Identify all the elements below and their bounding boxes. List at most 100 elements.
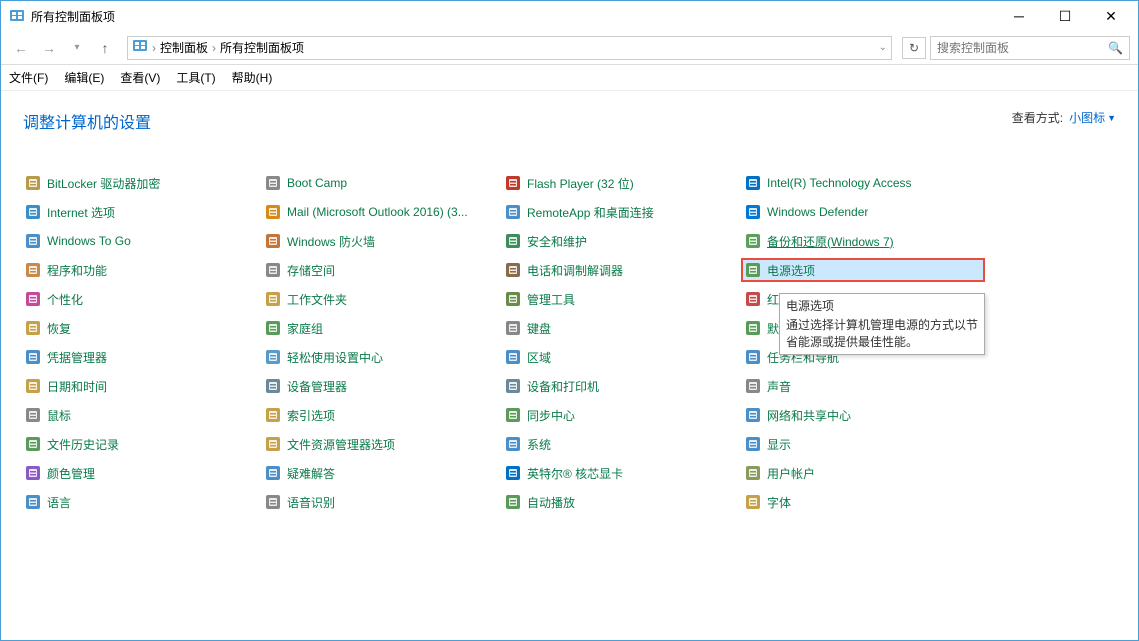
cp-item-color[interactable]: 颜色管理 bbox=[23, 463, 263, 483]
firewall-icon bbox=[265, 233, 281, 249]
search-icon[interactable]: 🔍 bbox=[1108, 41, 1123, 55]
storage-icon bbox=[265, 262, 281, 278]
refresh-button[interactable]: ↻ bbox=[902, 37, 926, 59]
item-label: 颜色管理 bbox=[47, 465, 95, 482]
printer-icon bbox=[505, 378, 521, 394]
cp-item-flash[interactable]: Flash Player (32 位) bbox=[503, 173, 743, 193]
keyboard-icon bbox=[505, 320, 521, 336]
cp-item-network[interactable]: 网络和共享中心 bbox=[743, 405, 983, 425]
up-button[interactable]: ↑ bbox=[93, 36, 117, 60]
cp-item-ease[interactable]: 轻松使用设置中心 bbox=[263, 347, 503, 367]
cp-item-lock[interactable]: BitLocker 驱动器加密 bbox=[23, 173, 263, 193]
cp-item-togo[interactable]: Windows To Go bbox=[23, 231, 263, 251]
display-icon bbox=[745, 436, 761, 452]
item-label: 语音识别 bbox=[287, 494, 335, 511]
cp-item-printer[interactable]: 设备和打印机 bbox=[503, 376, 743, 396]
flash-icon bbox=[505, 175, 521, 191]
cp-item-recovery[interactable]: 恢复 bbox=[23, 318, 263, 338]
cp-item-intelgfx[interactable]: 英特尔® 核芯显卡 bbox=[503, 463, 743, 483]
default-icon bbox=[745, 320, 761, 336]
cp-item-workfolder[interactable]: 工作文件夹 bbox=[263, 289, 503, 309]
cp-item-clock[interactable]: 日期和时间 bbox=[23, 376, 263, 396]
item-label: 程序和功能 bbox=[47, 262, 107, 279]
address-bar[interactable]: › 控制面板 › 所有控制面板项 ⌄ bbox=[127, 36, 892, 60]
mouse-icon bbox=[25, 407, 41, 423]
cp-item-display[interactable]: 显示 bbox=[743, 434, 983, 454]
cp-item-intel[interactable]: Intel(R) Technology Access bbox=[743, 173, 983, 193]
cp-item-phone[interactable]: 电话和调制解调器 bbox=[503, 260, 743, 280]
cp-item-homegroup[interactable]: 家庭组 bbox=[263, 318, 503, 338]
page-heading: 调整计算机的设置 bbox=[23, 109, 151, 133]
window: 所有控制面板项 ─ ☐ ✕ ← → ▾ ↑ › 控制面板 › 所有控制面板项 ⌄… bbox=[0, 0, 1139, 641]
cp-item-backup[interactable]: 备份和还原(Windows 7) bbox=[743, 231, 983, 251]
item-label: 设备和打印机 bbox=[527, 378, 599, 395]
cp-item-remote[interactable]: RemoteApp 和桌面连接 bbox=[503, 202, 743, 222]
phone-icon bbox=[505, 262, 521, 278]
power-icon bbox=[745, 262, 761, 278]
cp-item-mail[interactable]: Mail (Microsoft Outlook 2016) (3... bbox=[263, 202, 503, 222]
cp-item-system[interactable]: 系统 bbox=[503, 434, 743, 454]
sync-icon bbox=[505, 407, 521, 423]
cp-item-devmgr[interactable]: 设备管理器 bbox=[263, 376, 503, 396]
item-label: 字体 bbox=[767, 494, 791, 511]
breadcrumb-current[interactable]: 所有控制面板项 bbox=[220, 39, 304, 56]
cp-item-users[interactable]: 用户帐户 bbox=[743, 463, 983, 483]
cp-item-admin[interactable]: 管理工具 bbox=[503, 289, 743, 309]
personal-icon bbox=[25, 291, 41, 307]
cp-item-sound[interactable]: 声音 bbox=[743, 376, 983, 396]
cp-item-programs[interactable]: 程序和功能 bbox=[23, 260, 263, 280]
cp-item-region[interactable]: 区域 bbox=[503, 347, 743, 367]
cp-item-lang[interactable]: 语言 bbox=[23, 492, 263, 512]
cp-item-keyboard[interactable]: 键盘 bbox=[503, 318, 743, 338]
menu-edit[interactable]: 编辑(E) bbox=[64, 69, 104, 86]
maximize-button[interactable]: ☐ bbox=[1042, 1, 1088, 31]
cp-item-power[interactable]: 电源选项 bbox=[743, 260, 983, 280]
cp-item-speech[interactable]: 语音识别 bbox=[263, 492, 503, 512]
cp-item-sync[interactable]: 同步中心 bbox=[503, 405, 743, 425]
search-box[interactable]: 🔍 bbox=[930, 36, 1130, 60]
cp-item-mouse[interactable]: 鼠标 bbox=[23, 405, 263, 425]
cp-item-filehistory[interactable]: 文件历史记录 bbox=[23, 434, 263, 454]
cp-item-globe[interactable]: Internet 选项 bbox=[23, 202, 263, 222]
cp-item-cred[interactable]: 凭据管理器 bbox=[23, 347, 263, 367]
cp-item-storage[interactable]: 存储空间 bbox=[263, 260, 503, 280]
menu-help[interactable]: 帮助(H) bbox=[232, 69, 273, 86]
breadcrumb-sep: › bbox=[212, 41, 216, 55]
viewby-value[interactable]: 小图标 ▼ bbox=[1069, 109, 1116, 126]
cp-item-trouble[interactable]: 疑难解答 bbox=[263, 463, 503, 483]
intel-icon bbox=[745, 175, 761, 191]
cp-item-autoplay[interactable]: 自动播放 bbox=[503, 492, 743, 512]
tooltip: 电源选项 通过选择计算机管理电源的方式以节省能源或提供最佳性能。 bbox=[779, 293, 985, 355]
back-button[interactable]: ← bbox=[9, 36, 33, 60]
network-icon bbox=[745, 407, 761, 423]
cp-item-flag[interactable]: 安全和维护 bbox=[503, 231, 743, 251]
item-label: 备份和还原(Windows 7) bbox=[767, 233, 894, 250]
cp-item-firewall[interactable]: Windows 防火墙 bbox=[263, 231, 503, 251]
address-dropdown-icon[interactable]: ⌄ bbox=[879, 42, 887, 53]
cp-item-index[interactable]: 索引选项 bbox=[263, 405, 503, 425]
cp-item-explorer[interactable]: 文件资源管理器选项 bbox=[263, 434, 503, 454]
item-label: 网络和共享中心 bbox=[767, 407, 851, 424]
cp-item-shield[interactable]: Windows Defender bbox=[743, 202, 983, 222]
search-input[interactable] bbox=[937, 41, 1108, 55]
cp-item-disk[interactable]: Boot Camp bbox=[263, 173, 503, 193]
item-label: 英特尔® 核芯显卡 bbox=[527, 465, 623, 482]
menu-file[interactable]: 文件(F) bbox=[9, 69, 48, 86]
item-label: 凭据管理器 bbox=[47, 349, 107, 366]
menu-view[interactable]: 查看(V) bbox=[120, 69, 160, 86]
menu-tools[interactable]: 工具(T) bbox=[176, 69, 215, 86]
devmgr-icon bbox=[265, 378, 281, 394]
close-button[interactable]: ✕ bbox=[1088, 1, 1134, 31]
remote-icon bbox=[505, 204, 521, 220]
breadcrumb-root[interactable]: 控制面板 bbox=[160, 39, 208, 56]
cp-item-fonts[interactable]: 字体 bbox=[743, 492, 983, 512]
minimize-button[interactable]: ─ bbox=[996, 1, 1042, 31]
forward-button[interactable]: → bbox=[37, 36, 61, 60]
item-label: 索引选项 bbox=[287, 407, 335, 424]
item-label: 鼠标 bbox=[47, 407, 71, 424]
cp-item-personal[interactable]: 个性化 bbox=[23, 289, 263, 309]
item-label: 日期和时间 bbox=[47, 378, 107, 395]
color-icon bbox=[25, 465, 41, 481]
sound-icon bbox=[745, 378, 761, 394]
dropdown-history[interactable]: ▾ bbox=[65, 36, 89, 60]
